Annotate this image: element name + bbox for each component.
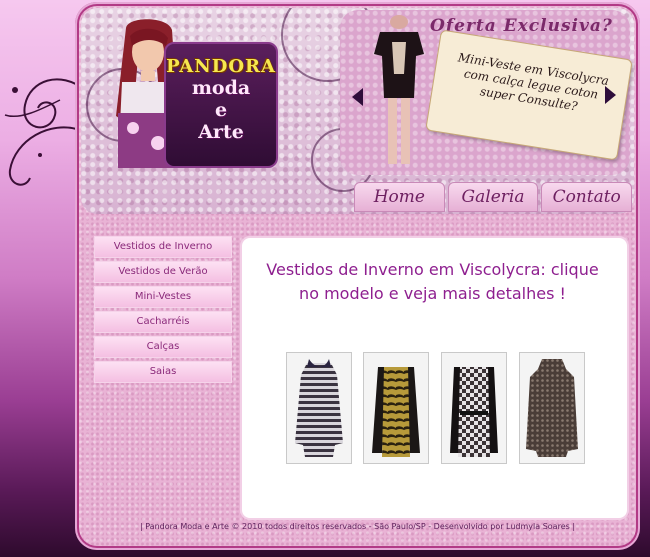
sidebar-item-vestidos-inverno[interactable]: Vestidos de Inverno: [94, 236, 232, 258]
product-thumbnail-3[interactable]: [441, 352, 507, 464]
logo-subtitle-e: e: [214, 99, 228, 121]
logo-subtitle-moda: moda: [191, 77, 251, 99]
page-title: Vestidos de Inverno em Viscolycra: cliqu…: [266, 260, 599, 303]
brand-logo[interactable]: PANDORA moda e Arte: [164, 42, 278, 168]
arrow-right-icon[interactable]: [605, 86, 616, 104]
sidebar-item-mini-vestes[interactable]: Mini-Vestes: [94, 286, 232, 308]
main-nav: Home Galeria Contato: [354, 182, 633, 212]
sidebar-item-saias[interactable]: Saias: [94, 361, 232, 383]
sidebar-item-cacharreis[interactable]: Cacharréis: [94, 311, 232, 333]
offer-dress-photo[interactable]: [368, 14, 430, 172]
product-thumbnail-1[interactable]: [286, 352, 352, 464]
sidebar-item-vestidos-verao[interactable]: Vestidos de Verão: [94, 261, 232, 283]
nav-home[interactable]: Home: [354, 182, 445, 212]
product-thumbnail-2[interactable]: [363, 352, 429, 464]
nav-galeria[interactable]: Galeria: [447, 182, 539, 212]
product-thumbnail-4[interactable]: [519, 352, 585, 464]
arrow-left-icon[interactable]: [352, 88, 363, 106]
nav-contato[interactable]: Contato: [541, 182, 633, 212]
sidebar-item-calcas[interactable]: Calças: [94, 336, 232, 358]
logo-title: PANDORA: [166, 56, 276, 77]
logo-subtitle-arte: Arte: [198, 121, 244, 143]
footer-text: | Pandora Moda e Arte © 2010 todos direi…: [139, 522, 576, 531]
sidebar-menu: Vestidos de Inverno Vestidos de Verão Mi…: [94, 236, 232, 386]
